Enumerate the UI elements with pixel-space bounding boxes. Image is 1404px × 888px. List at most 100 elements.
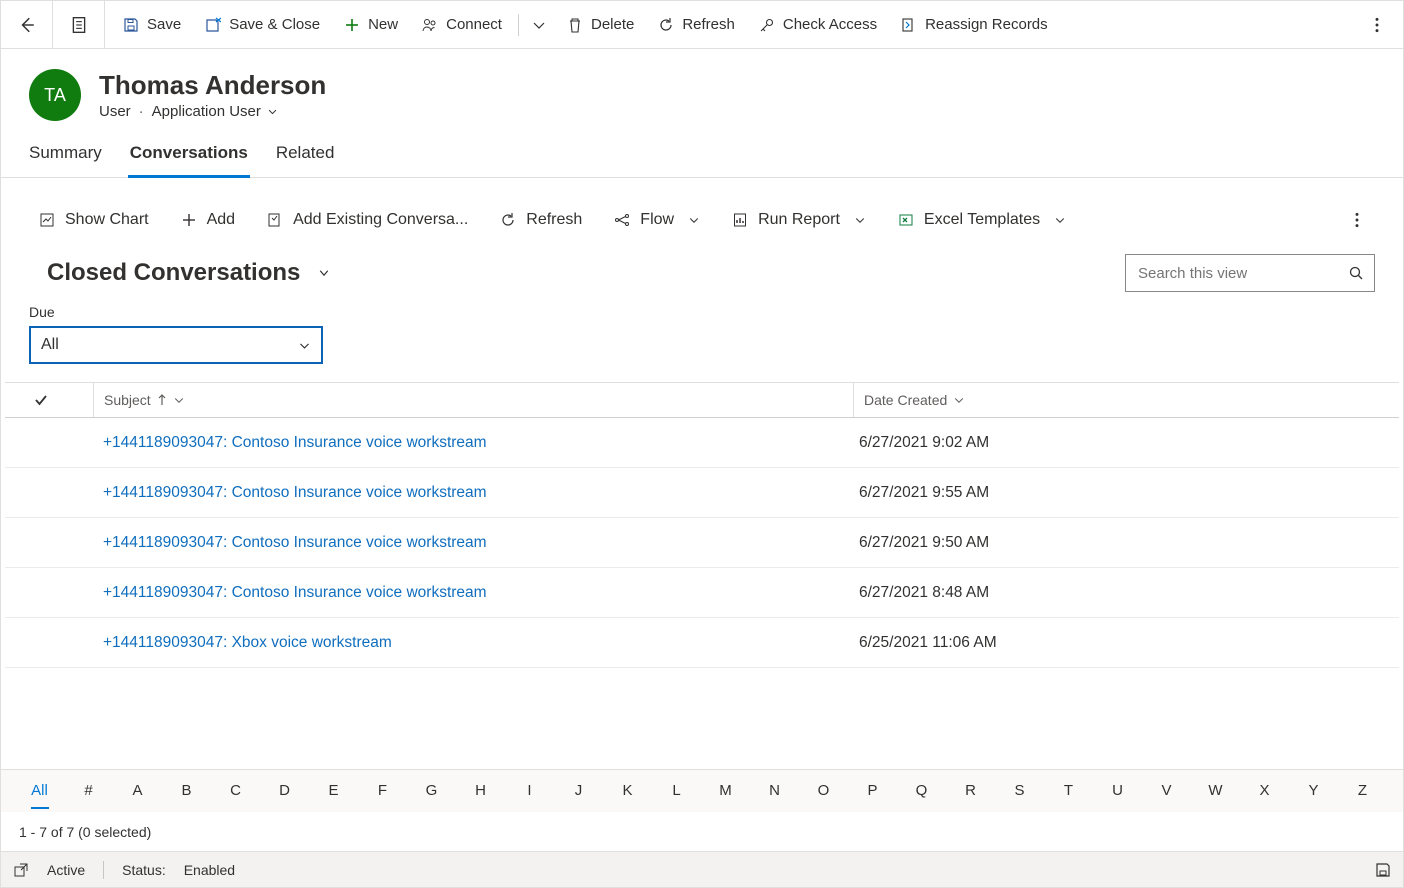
subject-link[interactable]: +1441189093047: Contoso Insurance voice …	[103, 584, 487, 601]
add-button[interactable]: Add	[171, 202, 245, 238]
run-report-label: Run Report	[758, 211, 840, 229]
select-all-column[interactable]	[33, 383, 93, 417]
chart-icon	[39, 212, 55, 228]
alpha-filter-g[interactable]: G	[407, 782, 456, 799]
alpha-filter-k[interactable]: K	[603, 782, 652, 799]
page-options-button[interactable]	[53, 1, 105, 48]
flow-icon	[614, 212, 630, 228]
save-button[interactable]: Save	[113, 7, 191, 43]
table-row[interactable]: +1441189093047: Contoso Insurance voice …	[5, 468, 1399, 518]
show-chart-button[interactable]: Show Chart	[29, 202, 159, 238]
subject-link[interactable]: +1441189093047: Xbox voice workstream	[103, 634, 392, 651]
row-subject: +1441189093047: Contoso Insurance voice …	[93, 534, 853, 552]
column-subject[interactable]: Subject	[93, 383, 853, 417]
alpha-filter-b[interactable]: B	[162, 782, 211, 799]
more-vertical-icon	[1368, 16, 1386, 34]
alpha-filter-s[interactable]: S	[995, 782, 1044, 799]
command-bar-left: Save Save & Close New Connect	[1, 1, 1058, 48]
chevron-down-icon	[531, 17, 547, 33]
flow-button[interactable]: Flow	[604, 202, 710, 238]
reassign-label: Reassign Records	[925, 16, 1048, 33]
dot-separator: ·	[139, 103, 144, 120]
command-bar-right	[1359, 7, 1395, 43]
chevron-down-icon	[688, 214, 700, 226]
alpha-filter-#[interactable]: #	[64, 782, 113, 799]
save-close-button[interactable]: Save & Close	[195, 7, 330, 43]
tab-conversations-label: Conversations	[130, 143, 248, 162]
alpha-filter-q[interactable]: Q	[897, 782, 946, 799]
reassign-records-button[interactable]: Reassign Records	[891, 7, 1058, 43]
alpha-filter-u[interactable]: U	[1093, 782, 1142, 799]
row-date: 6/25/2021 11:06 AM	[853, 634, 1399, 652]
popout-icon[interactable]	[13, 862, 29, 878]
subject-link[interactable]: +1441189093047: Contoso Insurance voice …	[103, 434, 487, 451]
subject-link[interactable]: +1441189093047: Contoso Insurance voice …	[103, 534, 487, 551]
avatar: TA	[29, 69, 81, 121]
alpha-filter-j[interactable]: J	[554, 782, 603, 799]
alpha-filter-x[interactable]: X	[1240, 782, 1289, 799]
alpha-filter-i[interactable]: I	[505, 782, 554, 799]
record-header: TA Thomas Anderson User · Application Us…	[1, 49, 1403, 129]
check-access-label: Check Access	[783, 16, 877, 33]
table-row[interactable]: +1441189093047: Contoso Insurance voice …	[5, 418, 1399, 468]
alpha-filter-t[interactable]: T	[1044, 782, 1093, 799]
search-box[interactable]	[1125, 254, 1375, 292]
alpha-filter-p[interactable]: P	[848, 782, 897, 799]
form-tabs: Summary Conversations Related	[1, 129, 1403, 178]
delete-button[interactable]: Delete	[557, 7, 644, 43]
alpha-filter-v[interactable]: V	[1142, 782, 1191, 799]
alpha-filter-c[interactable]: C	[211, 782, 260, 799]
alpha-filter-m[interactable]: M	[701, 782, 750, 799]
excel-icon	[898, 212, 914, 228]
check-access-button[interactable]: Check Access	[749, 7, 887, 43]
tab-related[interactable]: Related	[276, 135, 335, 177]
connect-chevron[interactable]	[525, 7, 553, 43]
form-selector[interactable]: Application User	[152, 103, 278, 120]
command-bar: Save Save & Close New Connect	[1, 1, 1403, 49]
add-existing-button[interactable]: Add Existing Conversa...	[257, 202, 478, 238]
table-row[interactable]: +1441189093047: Contoso Insurance voice …	[5, 518, 1399, 568]
alpha-filter-w[interactable]: W	[1191, 782, 1240, 799]
view-header-row: Closed Conversations	[1, 242, 1403, 302]
subgrid-refresh-button[interactable]: Refresh	[490, 202, 592, 238]
due-select[interactable]: All	[29, 326, 323, 364]
alpha-filter-o[interactable]: O	[799, 782, 848, 799]
subgrid-refresh-label: Refresh	[526, 211, 582, 229]
alpha-filter-r[interactable]: R	[946, 782, 995, 799]
chevron-down-icon	[267, 106, 278, 117]
connect-button[interactable]: Connect	[412, 7, 512, 43]
subject-link[interactable]: +1441189093047: Contoso Insurance voice …	[103, 484, 487, 501]
avatar-initials: TA	[44, 85, 66, 106]
table-row[interactable]: +1441189093047: Xbox voice workstream 6/2…	[5, 618, 1399, 668]
alpha-filter-d[interactable]: D	[260, 782, 309, 799]
more-commands-button[interactable]	[1359, 7, 1395, 43]
alpha-filter-f[interactable]: F	[358, 782, 407, 799]
subgrid-toolbar: Show Chart Add Add Existing Conversa... …	[19, 198, 1385, 242]
subgrid-more-button[interactable]	[1339, 202, 1375, 238]
alpha-filter-y[interactable]: Y	[1289, 782, 1338, 799]
alpha-filter-h[interactable]: H	[456, 782, 505, 799]
checkmark-icon	[33, 392, 49, 408]
back-button[interactable]	[1, 1, 53, 48]
alpha-filter-all[interactable]: All	[15, 782, 64, 799]
alpha-filter-a[interactable]: A	[113, 782, 162, 799]
alpha-filter-l[interactable]: L	[652, 782, 701, 799]
excel-templates-button[interactable]: Excel Templates	[888, 202, 1076, 238]
refresh-button[interactable]: Refresh	[648, 7, 745, 43]
alpha-filter-e[interactable]: E	[309, 782, 358, 799]
status-bar: Active Status: Enabled	[1, 851, 1403, 887]
tab-conversations[interactable]: Conversations	[130, 135, 248, 177]
tab-summary[interactable]: Summary	[29, 135, 102, 177]
run-report-button[interactable]: Run Report	[722, 202, 876, 238]
alpha-filter-n[interactable]: N	[750, 782, 799, 799]
record-subtitle: User · Application User	[99, 103, 326, 120]
connect-label: Connect	[446, 16, 502, 33]
table-row[interactable]: +1441189093047: Contoso Insurance voice …	[5, 568, 1399, 618]
search-input[interactable]	[1136, 264, 1340, 283]
refresh-icon	[658, 17, 674, 33]
new-button[interactable]: New	[334, 7, 408, 43]
view-selector[interactable]: Closed Conversations	[47, 259, 330, 287]
column-date-created[interactable]: Date Created	[853, 383, 1399, 417]
alpha-filter-z[interactable]: Z	[1338, 782, 1387, 799]
save-icon[interactable]	[1375, 862, 1391, 878]
